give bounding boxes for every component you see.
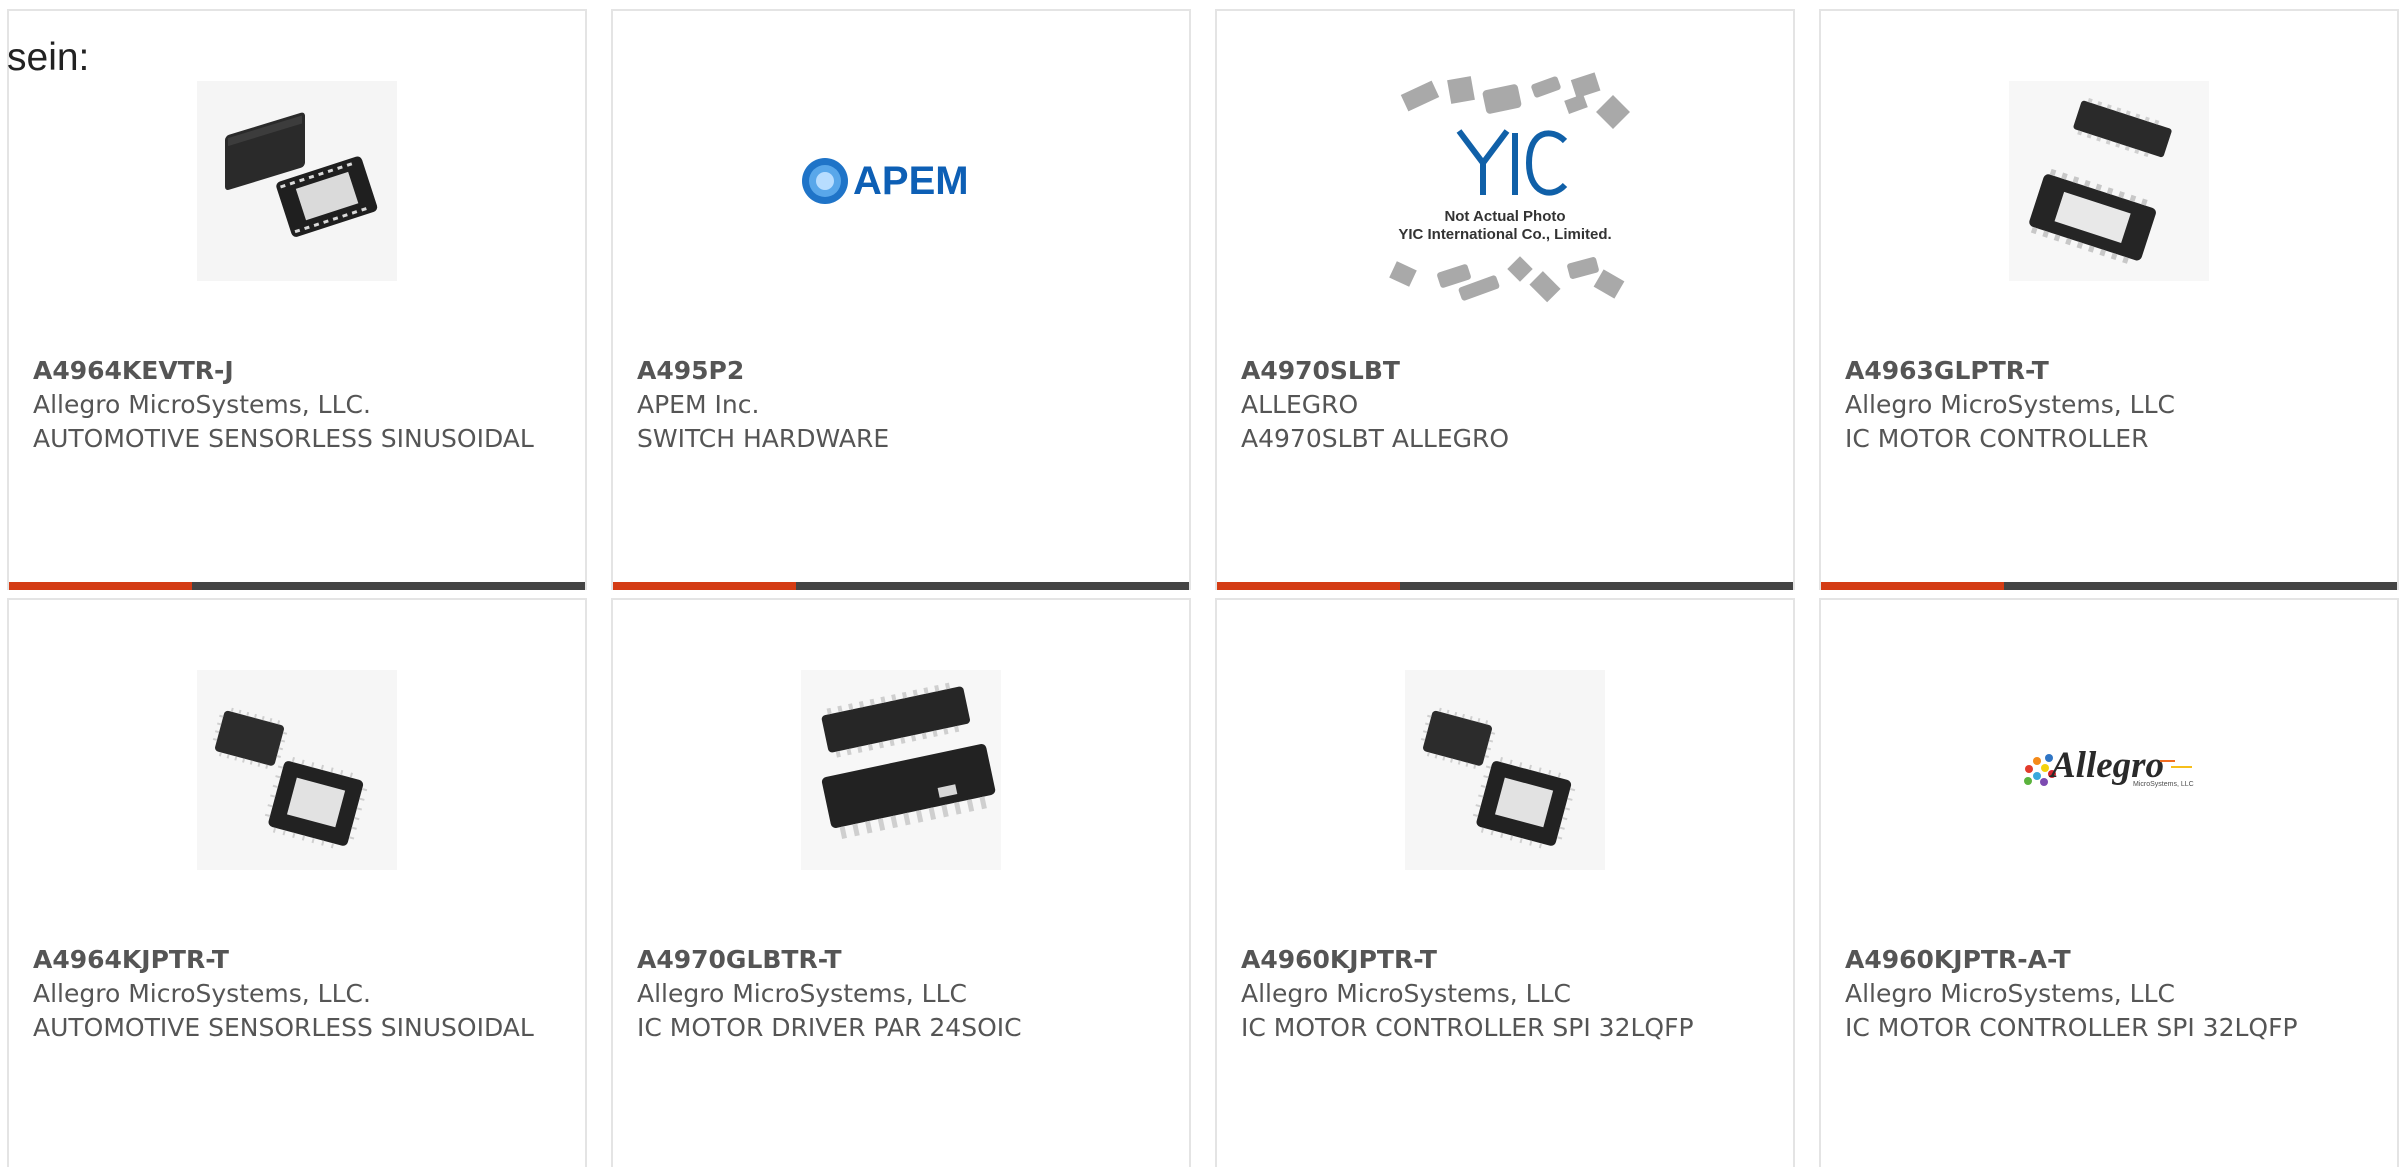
product-results-page: sein: A4964KEVTR-J Allegro MicroSystems,… (0, 0, 2400, 1167)
part-number[interactable]: A4964KEVTR-J (33, 354, 561, 388)
product-description: SWITCH HARDWARE (637, 424, 890, 453)
manufacturer-name: Allegro MicroSystems, LLC (1845, 979, 2175, 1008)
product-image-wrap[interactable] (1821, 81, 2397, 281)
product-details: A4960KJPTR-A-T Allegro MicroSystems, LLC… (1845, 943, 2373, 1045)
yic-placeholder-image[interactable]: YIC Not Actual Photo YIC International C… (1375, 63, 1635, 313)
allegro-logo-image[interactable]: Allegro MicroSystems, LLC (2009, 670, 2209, 870)
footer-base-segment (1400, 582, 1793, 590)
footer-accent-segment (1217, 582, 1400, 590)
product-card[interactable]: A4963GLPTR-T Allegro MicroSystems, LLC I… (1819, 9, 2399, 590)
footer-base-segment (2004, 582, 2397, 590)
product-grid: A4964KEVTR-J Allegro MicroSystems, LLC. … (7, 9, 2399, 1167)
allegro-logo-text: Allegro (2049, 745, 2164, 786)
part-number[interactable]: A4960KJPTR-A-T (1845, 943, 2373, 977)
product-image-wrap[interactable] (9, 81, 585, 281)
card-footer-bar (613, 582, 1189, 590)
part-number[interactable]: A4963GLPTR-T (1845, 354, 2373, 388)
manufacturer-name: ALLEGRO (1241, 390, 1359, 419)
product-details: A4970SLBT ALLEGRO A4970SLBT ALLEGRO (1241, 354, 1769, 456)
product-card[interactable]: YIC Not Actual Photo YIC International C… (1215, 9, 1795, 590)
footer-base-segment (796, 582, 1189, 590)
product-image-wrap[interactable]: APEM (613, 81, 1189, 281)
product-card[interactable]: A4964KJPTR-T Allegro MicroSystems, LLC. … (7, 598, 587, 1167)
product-details: A4970GLBTR-T Allegro MicroSystems, LLC I… (637, 943, 1165, 1045)
footer-accent-segment (1821, 582, 2004, 590)
product-description: IC MOTOR CONTROLLER SPI 32LQFP (1241, 1013, 1694, 1042)
product-image-wrap[interactable]: Allegro MicroSystems, LLC (1821, 670, 2397, 870)
product-description: IC MOTOR DRIVER PAR 24SOIC (637, 1013, 1022, 1042)
tssop-chip-pair-image[interactable] (2009, 81, 2209, 281)
product-description: AUTOMOTIVE SENSORLESS SINUSOIDAL (33, 424, 534, 453)
manufacturer-name: Allegro MicroSystems, LLC (1241, 979, 1571, 1008)
product-image-wrap[interactable]: YIC Not Actual Photo YIC International C… (1217, 63, 1793, 313)
part-number[interactable]: A4970GLBTR-T (637, 943, 1165, 977)
part-number[interactable]: A495P2 (637, 354, 1165, 388)
manufacturer-name: Allegro MicroSystems, LLC (1845, 390, 2175, 419)
part-number[interactable]: A4970SLBT (1241, 354, 1769, 388)
photo-caption-line-2: YIC International Co., Limited. (1398, 226, 1611, 243)
manufacturer-name: Allegro MicroSystems, LLC (637, 979, 967, 1008)
card-footer-bar (1217, 582, 1793, 590)
manufacturer-name: APEM Inc. (637, 390, 760, 419)
product-card[interactable]: A4960KJPTR-T Allegro MicroSystems, LLC I… (1215, 598, 1795, 1167)
soic-chip-pair-image[interactable] (801, 670, 1001, 870)
apem-logo-image[interactable]: APEM (801, 81, 1001, 281)
yic-logo-text: YIC (1474, 165, 1476, 167)
allegro-logo-subtext: MicroSystems, LLC (2133, 781, 2194, 788)
lqfp-chip-pair-image[interactable] (1405, 670, 1605, 870)
card-footer-bar (9, 582, 585, 590)
product-image-wrap[interactable] (1217, 670, 1793, 870)
product-card[interactable]: A4964KEVTR-J Allegro MicroSystems, LLC. … (7, 9, 587, 590)
part-number[interactable]: A4964KJPTR-T (33, 943, 561, 977)
photo-caption-line-1: Not Actual Photo (1444, 208, 1565, 225)
product-details: A4960KJPTR-T Allegro MicroSystems, LLC I… (1241, 943, 1769, 1045)
product-card[interactable]: Allegro MicroSystems, LLC A4960KJPTR-A-T… (1819, 598, 2399, 1167)
product-details: A4964KEVTR-J Allegro MicroSystems, LLC. … (33, 354, 561, 456)
product-card[interactable]: APEM A495P2 APEM Inc. SWITCH HARDWARE (611, 9, 1191, 590)
product-image-wrap[interactable] (9, 670, 585, 870)
qfn-chip-pair-image[interactable] (197, 81, 397, 281)
product-card[interactable]: A4970GLBTR-T Allegro MicroSystems, LLC I… (611, 598, 1191, 1167)
footer-accent-segment (9, 582, 192, 590)
manufacturer-name: Allegro MicroSystems, LLC. (33, 390, 371, 419)
apem-logo-text: APEM (853, 159, 969, 203)
lqfp-chip-pair-image[interactable] (197, 670, 397, 870)
product-image-wrap[interactable] (613, 670, 1189, 870)
part-number[interactable]: A4960KJPTR-T (1241, 943, 1769, 977)
product-details: A495P2 APEM Inc. SWITCH HARDWARE (637, 354, 1165, 456)
intro-text: sein: (7, 36, 90, 79)
product-description: AUTOMOTIVE SENSORLESS SINUSOIDAL (33, 1013, 534, 1042)
product-description: IC MOTOR CONTROLLER SPI 32LQFP (1845, 1013, 2298, 1042)
manufacturer-name: Allegro MicroSystems, LLC. (33, 979, 371, 1008)
product-description: IC MOTOR CONTROLLER (1845, 424, 2149, 453)
footer-accent-segment (613, 582, 796, 590)
product-details: A4963GLPTR-T Allegro MicroSystems, LLC I… (1845, 354, 2373, 456)
card-footer-bar (1821, 582, 2397, 590)
footer-base-segment (192, 582, 585, 590)
product-details: A4964KJPTR-T Allegro MicroSystems, LLC. … (33, 943, 561, 1045)
product-description: A4970SLBT ALLEGRO (1241, 424, 1510, 453)
